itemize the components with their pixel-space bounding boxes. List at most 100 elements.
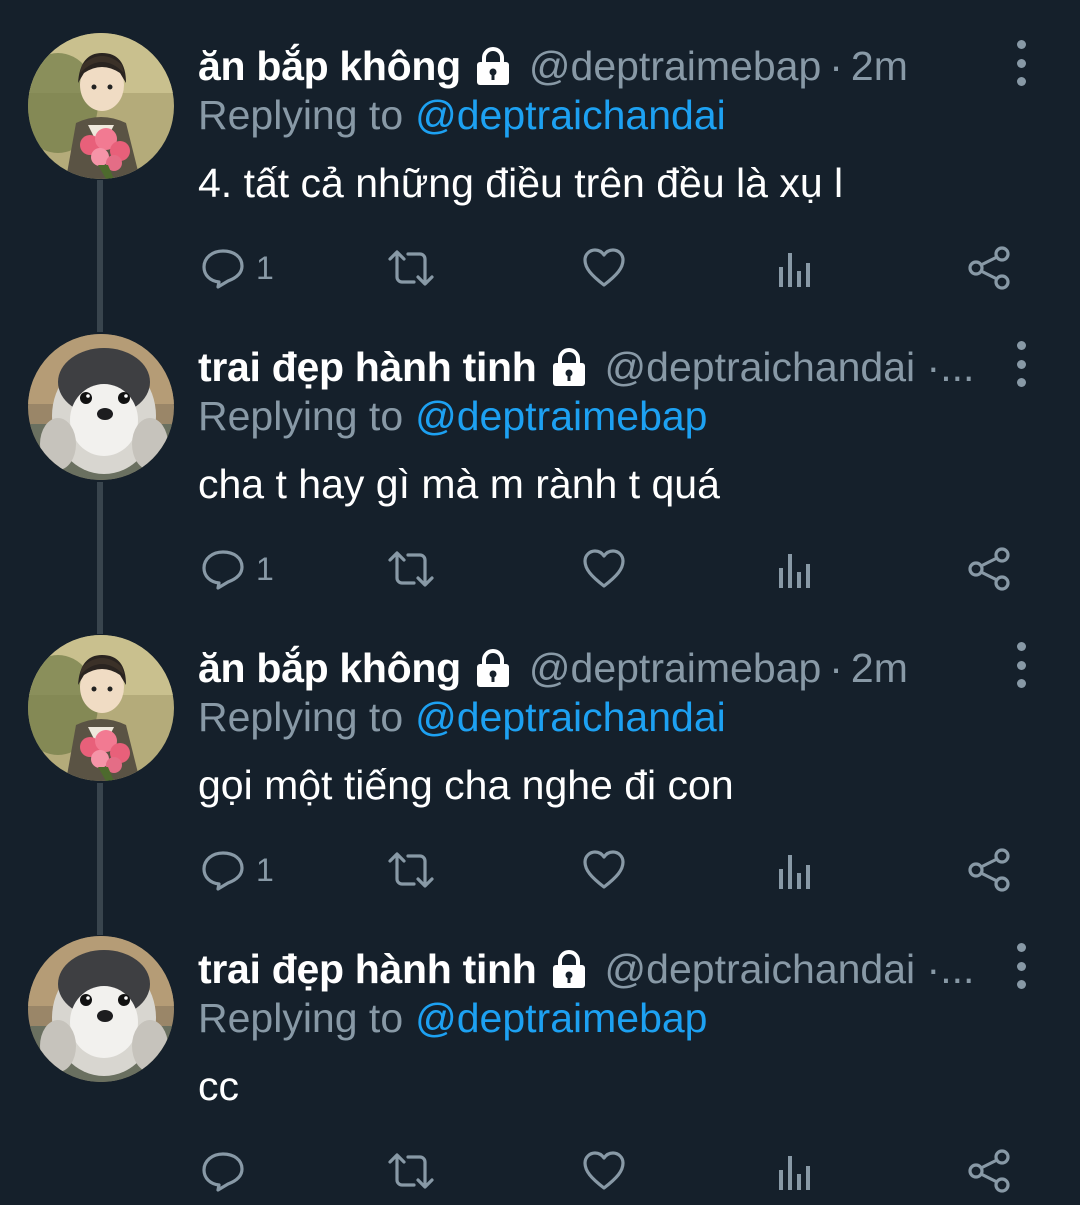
- share-icon: [968, 848, 1010, 892]
- display-name[interactable]: ăn bắp không: [198, 43, 461, 90]
- replying-to-line: Replying to @deptraimebap: [198, 393, 707, 440]
- retweet-button[interactable]: [386, 240, 436, 296]
- retweet-icon: [388, 1153, 434, 1189]
- replying-to-label: Replying to: [198, 995, 404, 1041]
- user-handle[interactable]: @deptraimebap: [529, 645, 821, 692]
- share-button[interactable]: [966, 240, 1012, 296]
- retweet-button[interactable]: [386, 541, 436, 597]
- more-vertical-icon: [1016, 341, 1026, 350]
- replying-to-handle-link[interactable]: @deptraichandai: [415, 694, 726, 740]
- reply-count: 1: [256, 550, 274, 587]
- more-vertical-icon-dot: [1016, 359, 1026, 369]
- more-vertical-icon-dot: [1016, 378, 1026, 387]
- replying-to-label: Replying to: [198, 393, 404, 439]
- lock-icon: [476, 47, 509, 85]
- retweet-icon: [388, 852, 434, 888]
- replying-to-label: Replying to: [198, 694, 404, 740]
- like-button[interactable]: [581, 541, 627, 597]
- reply-button[interactable]: [200, 1143, 256, 1199]
- more-vertical-icon-dot: [1016, 980, 1026, 989]
- reply-button[interactable]: 1: [200, 541, 274, 597]
- avatar-penguin-chick: [28, 936, 174, 1082]
- tweet[interactable]: ăn bắp không @deptraimebap · 2m Replying…: [0, 0, 1080, 301]
- tweet[interactable]: trai đẹp hành tinh @deptraichandai ·... …: [0, 301, 1080, 602]
- analytics-button[interactable]: [776, 842, 816, 898]
- avatar[interactable]: [28, 334, 174, 480]
- more-vertical-icon: [1016, 40, 1026, 49]
- more-options-button[interactable]: [1004, 40, 1038, 86]
- display-name[interactable]: trai đẹp hành tinh: [198, 344, 537, 391]
- retweet-button[interactable]: [386, 842, 436, 898]
- replying-to-label: Replying to: [198, 92, 404, 138]
- more-options-button[interactable]: [1004, 341, 1038, 387]
- reply-button[interactable]: 1: [200, 842, 274, 898]
- user-handle[interactable]: @deptraichandai ·...: [605, 946, 975, 993]
- lock-icon: [552, 348, 585, 386]
- lock-icon: [476, 649, 509, 687]
- reply-icon: [202, 550, 244, 590]
- tweet-text: gọi một tiếng cha nghe đi con: [198, 762, 734, 808]
- like-button[interactable]: [581, 1143, 627, 1199]
- avatar-anime-character-flowers: [28, 635, 174, 781]
- replying-to-handle-link[interactable]: @deptraimebap: [415, 393, 707, 439]
- analytics-icon: [779, 1156, 810, 1190]
- reply-icon: [202, 249, 244, 289]
- heart-icon: [583, 248, 625, 287]
- heart-icon: [583, 549, 625, 588]
- replying-to-handle-link[interactable]: @deptraichandai: [415, 92, 726, 138]
- heart-icon: [583, 1151, 625, 1190]
- analytics-button[interactable]: [776, 240, 816, 296]
- reply-button[interactable]: 1: [200, 240, 274, 296]
- reply-thread: ăn bắp không @deptraimebap · 2m Replying…: [0, 0, 1080, 1205]
- share-icon: [968, 547, 1010, 591]
- like-button[interactable]: [581, 842, 627, 898]
- more-options-button[interactable]: [1004, 642, 1038, 688]
- share-button[interactable]: [966, 1143, 1012, 1199]
- more-vertical-icon-dot: [1016, 58, 1026, 68]
- lock-icon: [552, 950, 585, 988]
- more-vertical-icon-dot: [1016, 660, 1026, 670]
- reply-count: 1: [256, 851, 274, 888]
- tweet-actions: [0, 1143, 1080, 1199]
- share-button[interactable]: [966, 541, 1012, 597]
- avatar[interactable]: [28, 33, 174, 179]
- user-handle[interactable]: @deptraimebap: [529, 43, 821, 90]
- tweet-actions: 1: [0, 541, 1080, 597]
- tweet[interactable]: ăn bắp không @deptraimebap · 2m Replying…: [0, 602, 1080, 903]
- more-vertical-icon: [1016, 642, 1026, 651]
- more-vertical-icon: [1016, 943, 1026, 952]
- analytics-icon: [779, 855, 810, 889]
- more-options-button[interactable]: [1004, 943, 1038, 989]
- like-button[interactable]: [581, 240, 627, 296]
- reply-icon: [202, 851, 244, 891]
- avatar[interactable]: [28, 936, 174, 1082]
- replying-to-line: Replying to @deptraichandai: [198, 694, 726, 741]
- heart-icon: [583, 850, 625, 889]
- avatar[interactable]: [28, 635, 174, 781]
- tweet-actions: 1: [0, 240, 1080, 296]
- reply-icon: [202, 1152, 244, 1192]
- analytics-button[interactable]: [776, 541, 816, 597]
- replying-to-line: Replying to @deptraimebap: [198, 995, 707, 1042]
- tweet-header: trai đẹp hành tinh @deptraichandai ·...: [198, 339, 988, 395]
- analytics-button[interactable]: [776, 1143, 816, 1199]
- timestamp[interactable]: 2m: [851, 43, 908, 90]
- analytics-icon: [779, 253, 810, 287]
- replying-to-handle-link[interactable]: @deptraimebap: [415, 995, 707, 1041]
- tweet[interactable]: trai đẹp hành tinh @deptraichandai ·... …: [0, 903, 1080, 1204]
- display-name[interactable]: ăn bắp không: [198, 645, 461, 692]
- more-vertical-icon-dot: [1016, 679, 1026, 688]
- tweet-header: ăn bắp không @deptraimebap · 2m: [198, 38, 988, 94]
- share-button[interactable]: [966, 842, 1012, 898]
- share-icon: [968, 1149, 1010, 1193]
- retweet-icon: [388, 250, 434, 286]
- retweet-button[interactable]: [386, 1143, 436, 1199]
- reply-count: 1: [256, 249, 274, 286]
- separator-dot: ·: [829, 644, 843, 691]
- more-vertical-icon-dot: [1016, 961, 1026, 971]
- more-vertical-icon-dot: [1016, 77, 1026, 86]
- share-icon: [968, 246, 1010, 290]
- timestamp[interactable]: 2m: [851, 645, 908, 692]
- display-name[interactable]: trai đẹp hành tinh: [198, 946, 537, 993]
- user-handle[interactable]: @deptraichandai ·...: [605, 344, 975, 391]
